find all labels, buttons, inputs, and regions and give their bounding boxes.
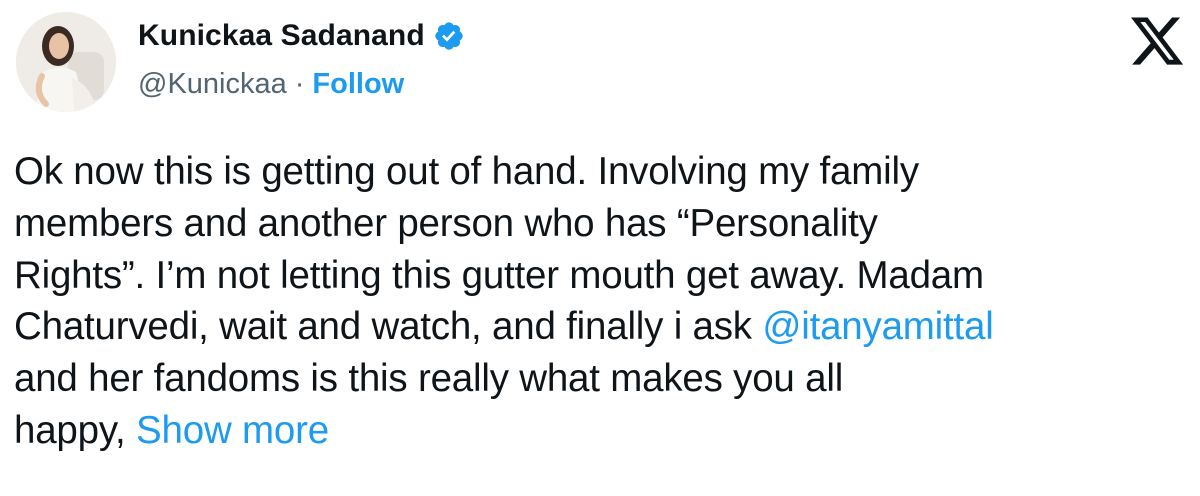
mention-link[interactable]: @itanyamittal <box>762 305 993 348</box>
author-name-row: Kunickaa Sadanand <box>138 14 465 58</box>
tweet-line: members and another person who has “Pers… <box>14 201 878 245</box>
tweet-text: Ok now this is getting out of hand. Invo… <box>14 146 1194 457</box>
avatar-photo <box>16 12 116 112</box>
separator-dot: · <box>294 68 305 100</box>
avatar[interactable] <box>16 12 116 112</box>
show-more-link[interactable]: Show more <box>136 409 329 452</box>
tweet-line: Rights”. I’m not letting this gutter mou… <box>14 253 984 297</box>
tweet-line-text: Chaturvedi, wait and watch, and finally … <box>14 305 763 349</box>
verified-badge-icon <box>433 20 465 52</box>
author-handle[interactable]: @Kunickaa <box>138 64 287 104</box>
tweet-line: and her fandoms is this really what make… <box>14 357 844 401</box>
author-display-name[interactable]: Kunickaa Sadanand <box>138 14 425 58</box>
x-logo-icon[interactable] <box>1128 12 1186 70</box>
tweet-line: happy, Show more <box>14 405 1194 457</box>
follow-button[interactable]: Follow <box>312 64 404 104</box>
author-handle-row: @Kunickaa · Follow <box>138 64 404 104</box>
tweet-line-text: happy, <box>14 408 137 452</box>
tweet-line: Chaturvedi, wait and watch, and finally … <box>14 301 1194 353</box>
tweet-line: Ok now this is getting out of hand. Invo… <box>14 150 919 193</box>
